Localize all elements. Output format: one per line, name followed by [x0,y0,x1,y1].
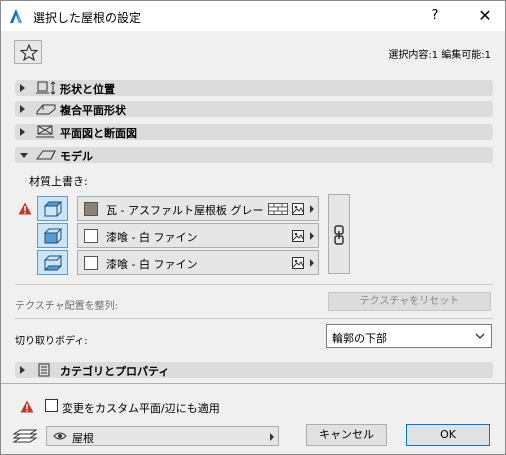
top-surface-button[interactable] [37,196,68,221]
complex-plane-icon [36,104,56,115]
apply-custom-checkbox[interactable] [45,399,58,412]
material-name: 漆喰 - 白 ファイン [106,258,198,271]
selection-info: 選択内容:1 編集可能:1 [388,50,491,61]
chevron-down-icon [475,333,485,339]
cut-body-value: 輪郭の下部 [332,332,387,345]
top-surface-icon [44,201,62,217]
section-model[interactable]: モデル [15,147,493,163]
ok-button[interactable]: OK [406,424,490,446]
cut-body-label: 切り取りボディ: [15,336,88,347]
eye-icon [53,432,67,440]
expand-arrow-icon [20,84,25,92]
dialog-window: 選択した屋根の設定 ? ✕ 選択内容:1 編集可能:1 形状と位置 複合平面形状 [0,0,506,455]
help-button[interactable]: ? [421,5,449,27]
texture-image-icon [292,230,304,242]
material-name: 漆喰 - 白 ファイン [106,231,198,244]
reset-texture-button[interactable]: テクスチャをリセット [328,292,491,311]
side-surface-button[interactable] [37,223,68,248]
title-bar: 選択した屋根の設定 ? ✕ [1,1,505,31]
bottom-surface-icon [44,255,62,271]
cut-body-select[interactable]: 輪郭の下部 [326,324,492,348]
warning-icon [18,202,32,215]
cancel-button[interactable]: キャンセル [306,424,387,446]
archicad-logo-icon [10,9,22,23]
collapse-arrow-icon [20,153,28,158]
brick-hatch-icon [268,203,288,215]
divider [1,383,505,384]
section-shape-position[interactable]: 形状と位置 [15,80,493,96]
material-override-label: 材質上書き: [29,175,88,188]
material-swatch [84,256,98,270]
section-label: カテゴリとプロパティ [60,365,170,378]
expand-arrow-icon [20,366,25,374]
material-select-bottom[interactable]: 漆喰 - 白 ファイン [77,250,319,275]
texture-align-label: テクスチャ配置を整列: [15,301,118,312]
divider [15,318,493,319]
bottom-surface-button[interactable] [37,250,68,275]
section-complex-plane[interactable]: 複合平面形状 [15,101,493,117]
section-category-properties[interactable]: カテゴリとプロパティ [15,362,493,378]
submenu-arrow-icon [310,232,314,240]
divider [15,284,493,285]
submenu-arrow-icon [310,259,314,267]
star-icon [20,44,38,61]
submenu-arrow-icon [270,433,274,441]
section-label: 形状と位置 [60,83,115,96]
side-surface-icon [44,228,62,244]
layer-value: 屋根 [72,432,94,445]
shape-position-icon [36,81,56,95]
material-name: 瓦 - アスファルト屋根板 グレー [106,204,264,217]
texture-image-icon [292,203,304,215]
section-label: モデル [60,150,93,163]
apply-custom-label: 変更をカスタム平面/辺にも適用 [62,402,220,415]
layers-icon [12,429,38,443]
document-list-icon [38,363,50,377]
link-materials-button[interactable] [328,194,350,274]
material-select-side[interactable]: 漆喰 - 白 ファイン [77,223,319,248]
warning-icon [20,400,34,413]
expand-arrow-icon [20,128,25,136]
model-icon [36,150,56,160]
section-label: 平面図と断面図 [60,127,137,140]
submenu-arrow-icon [310,205,314,213]
expand-arrow-icon [20,105,25,113]
section-label: 複合平面形状 [60,104,126,117]
material-swatch [84,202,98,216]
close-button[interactable]: ✕ [471,5,499,27]
plan-section-icon [36,125,54,138]
texture-image-icon [292,257,304,269]
section-plan-section[interactable]: 平面図と断面図 [15,124,493,140]
favorites-button[interactable] [14,40,42,64]
layer-select[interactable]: 屋根 [46,426,279,446]
chain-link-icon [334,225,344,245]
material-swatch [84,229,98,243]
window-title: 選択した屋根の設定 [33,11,142,25]
material-select-top[interactable]: 瓦 - アスファルト屋根板 グレー [77,196,319,221]
